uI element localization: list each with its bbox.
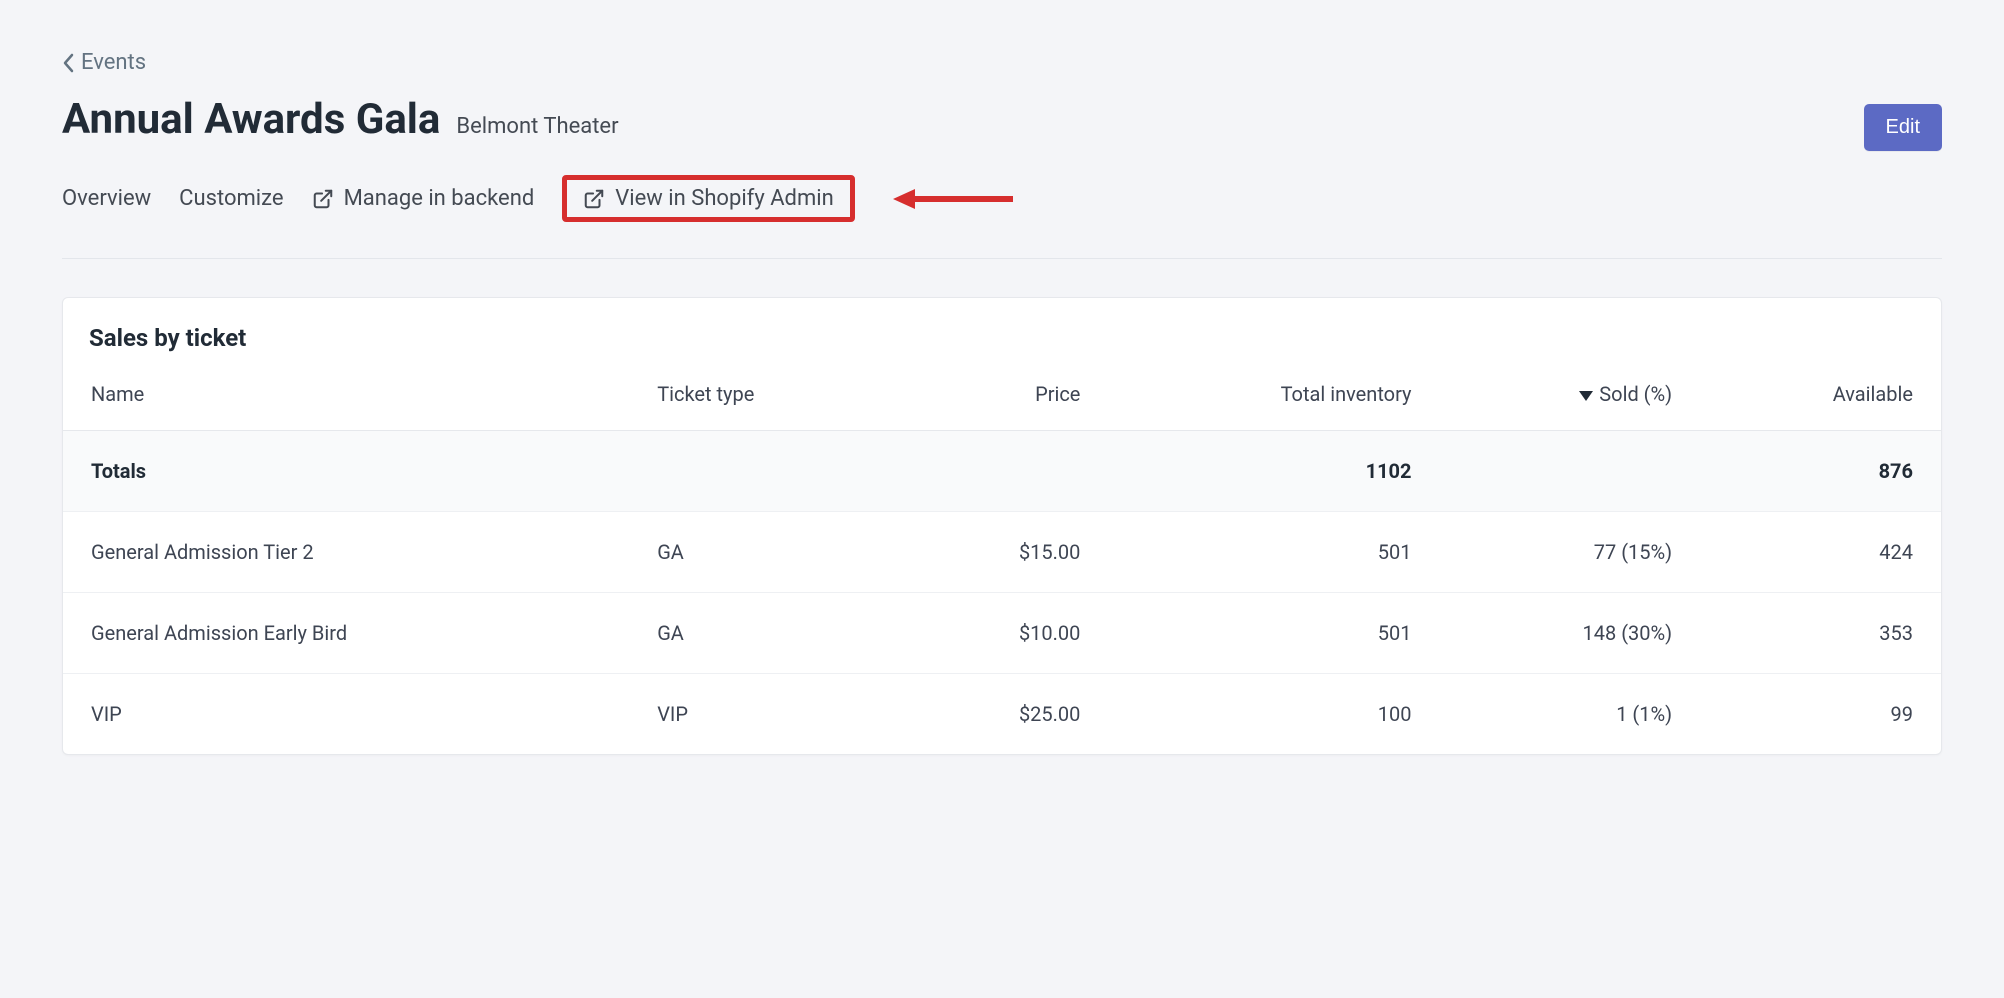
sort-desc-icon <box>1579 382 1593 406</box>
tab-view-shopify-admin[interactable]: View in Shopify Admin <box>562 175 854 222</box>
sales-table: Name Ticket type Price Total inventory S… <box>63 368 1941 754</box>
breadcrumb-label: Events <box>81 50 146 75</box>
tab-customize-label: Customize <box>179 186 283 211</box>
cell-ticket-type: GA <box>633 593 902 674</box>
sales-card: Sales by ticket Name Ticket type Price T… <box>62 297 1942 755</box>
totals-available: 876 <box>1696 431 1941 512</box>
cell-price: $15.00 <box>902 512 1105 593</box>
cell-name: General Admission Tier 2 <box>63 512 633 593</box>
tab-overview-label: Overview <box>62 186 151 211</box>
table-row: General Admission Early Bird GA $10.00 5… <box>63 593 1941 674</box>
cell-price: $25.00 <box>902 674 1105 755</box>
tab-manage-backend-label: Manage in backend <box>344 186 535 211</box>
cell-inventory: 501 <box>1104 512 1435 593</box>
table-row: VIP VIP $25.00 100 1 (1%) 99 <box>63 674 1941 755</box>
page-subtitle: Belmont Theater <box>456 114 618 139</box>
cell-ticket-type: GA <box>633 512 902 593</box>
totals-inventory: 1102 <box>1104 431 1435 512</box>
cell-sold: 148 (30%) <box>1436 593 1697 674</box>
totals-label: Totals <box>63 431 633 512</box>
cell-available: 424 <box>1696 512 1941 593</box>
cell-price: $10.00 <box>902 593 1105 674</box>
breadcrumb[interactable]: Events <box>62 50 1942 75</box>
cell-sold: 1 (1%) <box>1436 674 1697 755</box>
col-sold[interactable]: Sold (%) <box>1436 368 1697 431</box>
title-left: Annual Awards Gala Belmont Theater <box>62 95 619 144</box>
page-title: Annual Awards Gala <box>62 95 440 144</box>
cell-ticket-type: VIP <box>633 674 902 755</box>
col-total-inventory[interactable]: Total inventory <box>1104 368 1435 431</box>
chevron-left-icon <box>62 53 75 73</box>
external-link-icon <box>312 188 334 210</box>
tab-manage-backend[interactable]: Manage in backend <box>312 180 535 217</box>
annotation-arrow <box>893 184 1013 214</box>
card-title: Sales by ticket <box>63 298 1941 368</box>
title-row: Annual Awards Gala Belmont Theater Edit <box>62 95 1942 151</box>
totals-row: Totals 1102 876 <box>63 431 1941 512</box>
col-price[interactable]: Price <box>902 368 1105 431</box>
col-name[interactable]: Name <box>63 368 633 431</box>
table-row: General Admission Tier 2 GA $15.00 501 7… <box>63 512 1941 593</box>
external-link-icon <box>583 188 605 210</box>
cell-name: VIP <box>63 674 633 755</box>
cell-sold: 77 (15%) <box>1436 512 1697 593</box>
cell-inventory: 501 <box>1104 593 1435 674</box>
tab-view-shopify-admin-label: View in Shopify Admin <box>615 186 833 211</box>
cell-available: 353 <box>1696 593 1941 674</box>
cell-available: 99 <box>1696 674 1941 755</box>
tabs-row: Overview Customize Manage in backend Vie… <box>62 175 1942 259</box>
cell-inventory: 100 <box>1104 674 1435 755</box>
tab-customize[interactable]: Customize <box>179 180 283 217</box>
col-ticket-type[interactable]: Ticket type <box>633 368 902 431</box>
edit-button[interactable]: Edit <box>1864 104 1942 151</box>
table-header-row: Name Ticket type Price Total inventory S… <box>63 368 1941 431</box>
col-available[interactable]: Available <box>1696 368 1941 431</box>
tab-overview[interactable]: Overview <box>62 180 151 217</box>
cell-name: General Admission Early Bird <box>63 593 633 674</box>
